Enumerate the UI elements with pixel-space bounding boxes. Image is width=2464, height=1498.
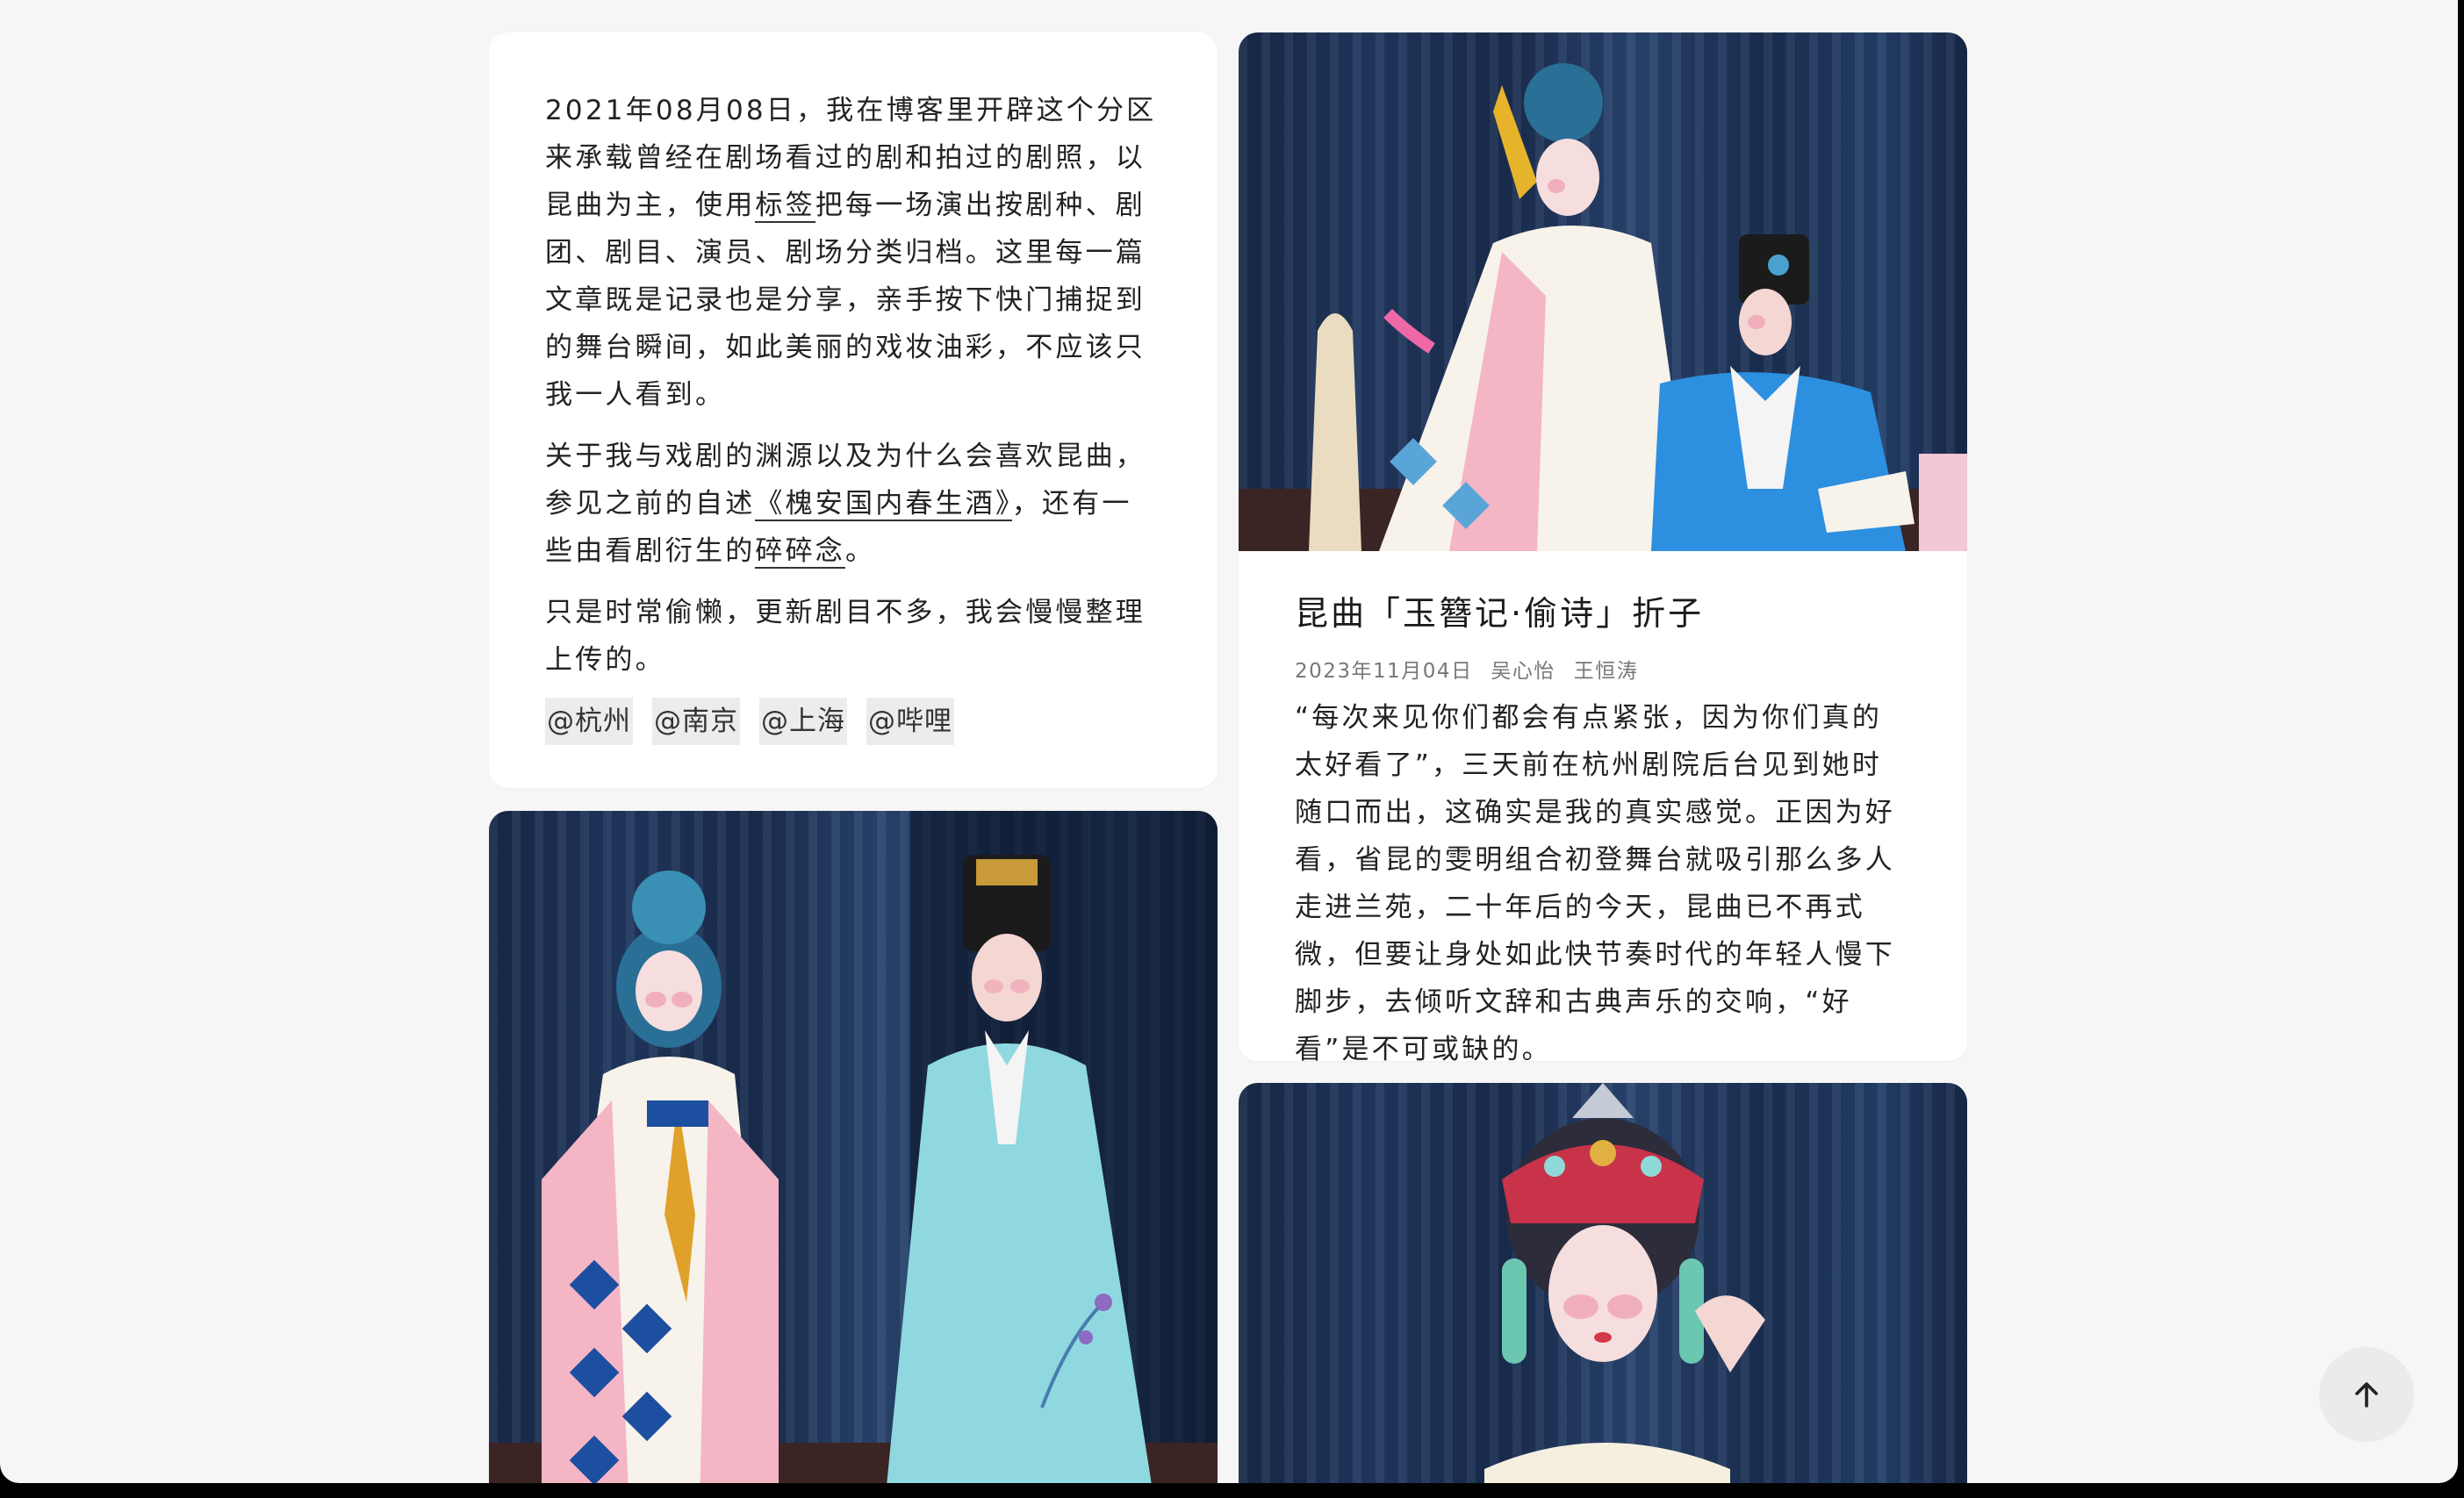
post-performer[interactable]: 王恒涛 [1574,660,1639,683]
page-viewport: 2021年08月08日，我在博客里开辟这个分区来承载曾经在剧场看过的剧和拍过的剧… [0,0,2458,1483]
intro-paragraph-2: 关于我与戏剧的渊源以及为什么会喜欢昆曲，参见之前的自述《槐安国内春生酒》，还有一… [545,433,1161,575]
scroll-to-top-button[interactable] [2319,1347,2414,1442]
social-link-nanjing[interactable]: @南京 [652,698,740,745]
stage-photo-art [489,811,1218,1483]
social-link-hangzhou[interactable]: @杭州 [545,698,633,745]
tags-link[interactable]: 标签 [755,190,815,223]
social-link-bilibili[interactable]: @哔哩 [866,698,954,745]
post-cover-art [1239,63,1967,551]
intro-text: 。 [845,535,876,567]
stage-photo [489,811,1218,1483]
intro-text: 把每一场演出按剧种、剧团、剧目、演员、剧场分类归档。这里每一篇文章既是记录也是分… [545,190,1146,411]
post-card[interactable]: 昆曲「玉簪记·偷诗」折子 2023年11月04日 吴心怡 王恒涛 “每次来见你们… [1239,32,1967,1061]
intro-paragraph-1: 2021年08月08日，我在博客里开辟这个分区来承载曾经在剧场看过的剧和拍过的剧… [545,87,1161,419]
post-title[interactable]: 昆曲「玉簪记·偷诗」折子 [1295,586,1909,634]
intro-body: 2021年08月08日，我在博客里开辟这个分区来承载曾经在剧场看过的剧和拍过的剧… [489,32,1218,745]
social-link-shanghai[interactable]: @上海 [759,698,847,745]
post-body: 昆曲「玉簪记·偷诗」折子 2023年11月04日 吴心怡 王恒涛 “每次来见你们… [1239,551,1967,1061]
post-meta: 2023年11月04日 吴心怡 王恒涛 [1295,654,1909,684]
post-card-2[interactable] [1239,1083,1967,1483]
essay-link[interactable]: 《槐安国内春生酒》 [755,488,1012,521]
social-links: @杭州 @南京 @上海 @哔哩 [545,698,1161,745]
photo-card[interactable] [489,811,1218,1483]
post-excerpt: “每次来见你们都会有点紧张，因为你们真的太好看了”，三天前在杭州剧院后台见到她时… [1295,702,1895,1061]
arrow-up-icon [2355,1382,2378,1408]
post-cover-art-2 [1484,1083,1765,1483]
post-cover-image[interactable] [1239,32,1967,551]
ramblings-link[interactable]: 碎碎念 [755,535,846,569]
post-date: 2023年11月04日 [1295,660,1473,683]
intro-card: 2021年08月08日，我在博客里开辟这个分区来承载曾经在剧场看过的剧和拍过的剧… [489,32,1218,788]
post-cover-image-2[interactable] [1239,1083,1967,1483]
intro-paragraph-3: 只是时常偷懒，更新剧目不多，我会慢慢整理上传的。 [545,597,1146,676]
post-performer[interactable]: 吴心怡 [1491,660,1555,683]
